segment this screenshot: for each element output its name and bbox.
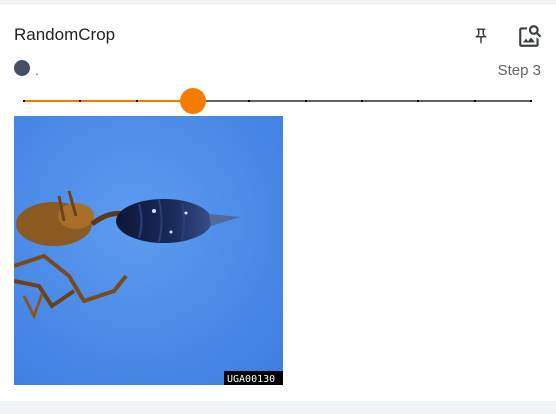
run-label: .	[35, 62, 39, 78]
insect-photo: UGA00130	[14, 116, 283, 385]
slider-thumb[interactable]	[180, 88, 206, 114]
slider-tick	[248, 100, 251, 102]
step-label: Step 3	[497, 62, 541, 79]
pin-button[interactable]	[467, 22, 495, 50]
slider-tick	[417, 100, 420, 102]
card-title: RandomCrop	[14, 25, 116, 44]
slider-tick	[361, 100, 363, 102]
slider-tick	[530, 100, 532, 102]
slider-tick	[473, 100, 476, 102]
pin-icon	[475, 28, 487, 44]
slider-track-fill	[24, 100, 193, 102]
image-search-button[interactable]	[516, 22, 544, 50]
image-card: RandomCrop . Step 3 UGA00130	[0, 3, 556, 401]
slider-tick	[135, 100, 138, 102]
step-slider[interactable]	[23, 88, 532, 114]
run-color-dot	[14, 60, 30, 76]
image-watermark: UGA00130	[227, 374, 275, 385]
slider-tick	[23, 100, 25, 102]
image-search-icon	[519, 25, 542, 47]
slider-tick	[304, 100, 307, 102]
slider-tick	[79, 100, 82, 102]
sample-image: UGA00130	[14, 116, 283, 385]
